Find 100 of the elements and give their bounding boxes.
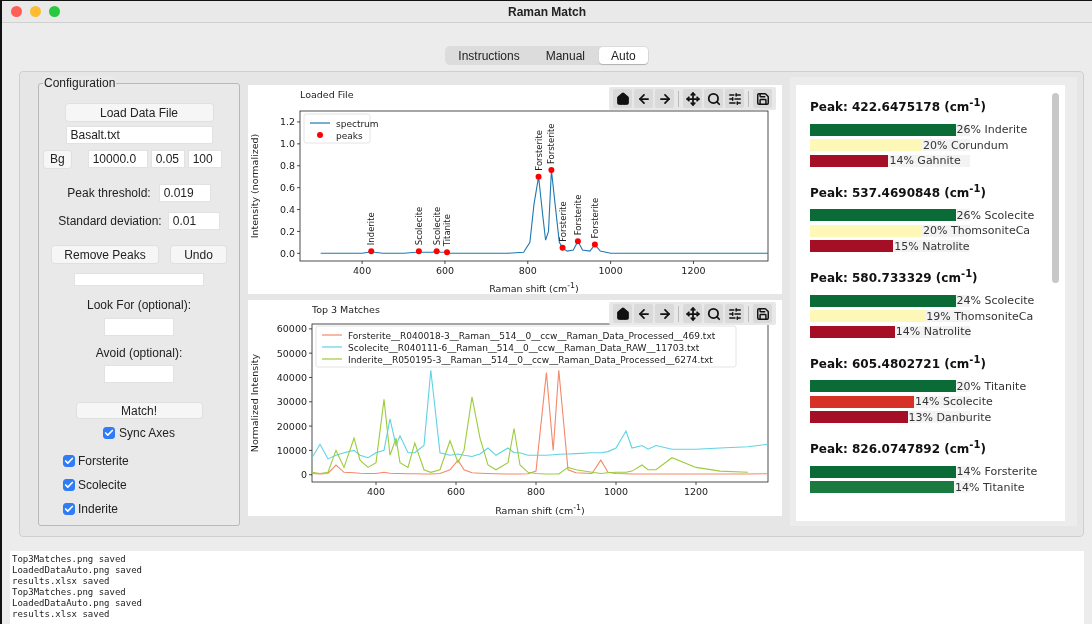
- match-label: 26% Scolecite: [956, 208, 1035, 222]
- data-point: [548, 167, 555, 173]
- peak-title: Peak: 826.0747892 (cm$^{-1}$): [810, 439, 986, 456]
- save-button[interactable]: [753, 304, 772, 323]
- log-line: Top3Matches.png saved: [12, 587, 126, 598]
- home-button[interactable]: [613, 89, 632, 108]
- y-tick-label: 40000: [276, 371, 307, 383]
- match-label: 14% Scolecite: [915, 395, 993, 409]
- undo-button[interactable]: Undo: [171, 246, 226, 263]
- peak-label: Titanite: [442, 213, 453, 247]
- sliders-icon: [727, 306, 742, 321]
- forward-button[interactable]: [655, 304, 674, 323]
- match-button[interactable]: Match!: [76, 403, 202, 418]
- avoid-field[interactable]: [104, 365, 174, 383]
- x-tick-label: 400: [366, 485, 386, 497]
- y-axis-tick: 0.2: [279, 225, 301, 237]
- checkbox[interactable]: [63, 479, 75, 491]
- search-icon: [706, 91, 721, 106]
- match-label: 20% Corundum: [923, 138, 1009, 152]
- window-title: Raman Match: [508, 4, 586, 19]
- background-button[interactable]: Bg: [44, 150, 71, 168]
- move-icon: [685, 91, 700, 106]
- data-point: [574, 238, 581, 245]
- x-tick-label: 1000: [603, 485, 629, 497]
- chart-title: Top 3 Matches: [312, 304, 380, 316]
- tab[interactable]: Instructions: [446, 47, 532, 64]
- zoom-button[interactable]: [704, 304, 723, 323]
- data-point: [591, 241, 598, 248]
- checkbox-label: Scolecite: [78, 478, 127, 492]
- data-point: [444, 249, 451, 256]
- tab[interactable]: Manual: [533, 47, 597, 64]
- y-tick-label: 60000: [276, 323, 307, 335]
- back-button[interactable]: [634, 89, 653, 108]
- input-field[interactable]: 10000.0: [87, 150, 148, 168]
- back-button[interactable]: [634, 304, 653, 323]
- x-axis-tick: 800: [526, 481, 546, 497]
- x-tick-label: 800: [526, 485, 546, 497]
- save-button[interactable]: [753, 89, 772, 108]
- checkbox[interactable]: [103, 427, 115, 439]
- file-field[interactable]: Basalt.txt: [65, 126, 213, 144]
- group-title: Configuration: [43, 76, 117, 90]
- scrollbar-thumb[interactable]: [1052, 93, 1059, 283]
- arrow-right-icon: [657, 306, 672, 321]
- match-label: 14% Natrolite: [895, 325, 972, 339]
- axis-label: Raman shift (cm$^{-1}$): [489, 280, 579, 294]
- home-icon: [615, 91, 630, 106]
- remove-peaks-button[interactable]: Remove Peaks: [52, 246, 158, 263]
- look-for-field[interactable]: [104, 318, 174, 336]
- data-point: [368, 248, 375, 254]
- log-line: LoadedDataAuto.png saved: [12, 565, 143, 576]
- input-field[interactable]: 0.05: [150, 150, 185, 168]
- settings-button[interactable]: [725, 89, 744, 108]
- legend-line-icon: [321, 346, 343, 348]
- peak-label: Forsterite: [533, 129, 544, 171]
- sliders-icon: [727, 91, 742, 106]
- log-line: results.xlsx saved: [12, 609, 110, 620]
- y-tick-label: 0.8: [279, 160, 295, 172]
- y-axis-tick: 1.0: [279, 138, 301, 150]
- input-field[interactable]: 100: [187, 150, 222, 168]
- tab[interactable]: Auto: [599, 47, 648, 64]
- legend-label: peaks: [336, 130, 363, 141]
- legend-marker-icon: [317, 131, 323, 138]
- arrow-left-icon: [636, 91, 651, 106]
- x-tick-label: 1200: [681, 264, 706, 276]
- pan-button[interactable]: [683, 304, 702, 323]
- y-tick-label: 30000: [276, 396, 307, 408]
- deviation-field[interactable]: 0.01: [167, 212, 220, 230]
- y-tick-label: 0: [300, 469, 307, 481]
- forward-button[interactable]: [655, 89, 674, 108]
- x-axis-tick: 600: [446, 481, 466, 497]
- match-label: 14% Titanite: [955, 480, 1025, 494]
- save-icon: [755, 306, 770, 321]
- home-button[interactable]: [613, 304, 632, 323]
- y-tick-label: 0.2: [279, 225, 295, 237]
- save-icon: [755, 91, 770, 106]
- input-field[interactable]: [74, 273, 204, 286]
- field-label: Look For (optional):: [86, 298, 192, 312]
- home-icon: [615, 306, 630, 321]
- checkbox[interactable]: [63, 455, 75, 467]
- data-point: [433, 248, 440, 254]
- peak-label: Forsterite: [589, 197, 600, 239]
- log-line: Top3Matches.png saved: [12, 554, 126, 565]
- settings-button[interactable]: [725, 304, 744, 323]
- peak-title: Peak: 580.733329 (cm$^{-1}$): [810, 268, 978, 285]
- x-axis-tick: 600: [435, 260, 455, 276]
- checkbox[interactable]: [63, 503, 75, 515]
- zoom-button[interactable]: [704, 89, 723, 108]
- x-tick-label: 600: [446, 485, 466, 497]
- threshold-field[interactable]: 0.019: [158, 184, 211, 202]
- data-point: [535, 173, 542, 180]
- load-data-button[interactable]: Load Data File: [65, 104, 213, 121]
- x-axis-tick: 400: [366, 481, 386, 497]
- legend-line-icon: [321, 334, 343, 336]
- field-label: Peak threshold:: [67, 186, 151, 200]
- pan-button[interactable]: [683, 89, 702, 108]
- x-axis-tick: 1200: [683, 481, 709, 497]
- x-axis-tick: 1200: [681, 260, 706, 276]
- y-axis-tick: 60000: [276, 323, 313, 335]
- match-label: 13% Danburite: [908, 410, 992, 424]
- y-axis-tick: 1.2: [279, 116, 301, 128]
